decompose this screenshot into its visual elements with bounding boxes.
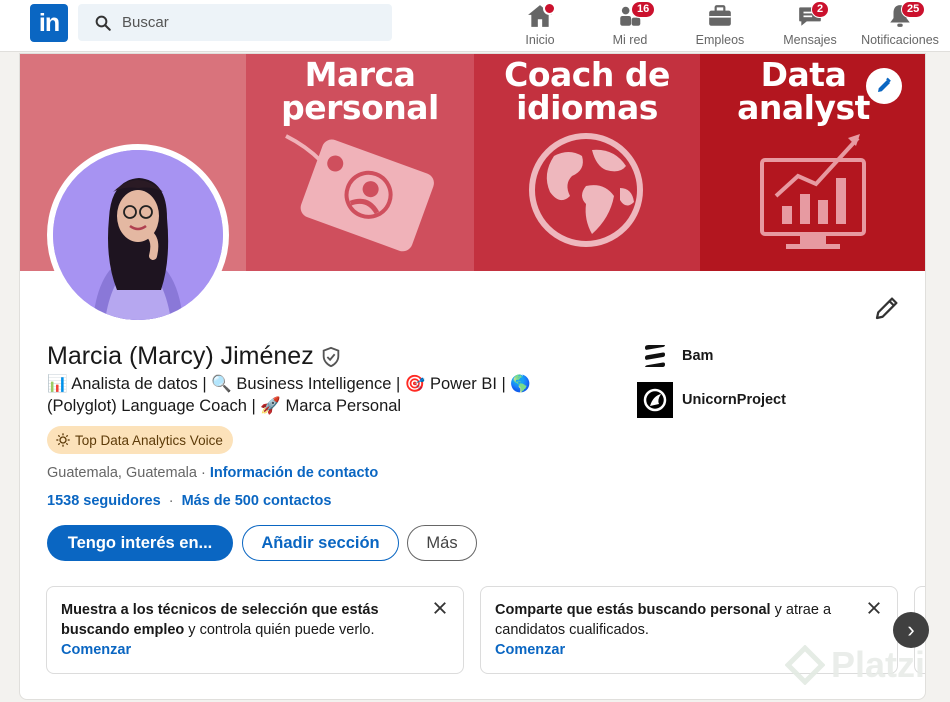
open-to-button[interactable]: Tengo interés en... [47,525,233,561]
nav-label-jobs: Empleos [695,33,745,47]
banner-panel-language-coach: Coach de idiomas [474,54,700,271]
edit-intro-button[interactable] [872,293,902,323]
profile-photo-image [53,150,223,320]
nav-item-home[interactable]: Inicio [514,0,566,52]
nav-item-jobs[interactable]: Empleos [690,0,750,52]
platzi-logo-icon [785,645,825,685]
linkedin-logo[interactable]: in [30,4,68,42]
nav-item-notifications[interactable]: 25 Notificaciones [855,0,945,52]
home-notification-dot [543,2,556,15]
search-box[interactable] [78,4,392,41]
close-icon[interactable] [865,599,883,617]
top-navigation: in Inicio 16 Mi red Empleos 2 Mensajes [0,0,950,52]
search-icon [95,15,111,31]
network-stats: 1538 seguidores · Más de 500 contactos [47,493,331,509]
open-to-work-rest: y controla quién puede verlo. [184,622,375,638]
edit-banner-button[interactable] [866,68,902,104]
company-name-unicornproject: UnicornProject [682,392,786,408]
pencil-icon [875,297,898,320]
company-name-bam: Bam [682,348,714,364]
search-input[interactable] [122,14,382,31]
nav-label-messaging: Mensajes [783,33,837,47]
lightbulb-icon [56,433,70,447]
watermark-text: Platzi [831,644,926,685]
platzi-watermark: Platzi [785,644,925,686]
open-to-work-card: Muestra a los técnicos de selección que … [46,586,464,674]
location-separator: · [200,465,206,481]
nav-label-network: Mi red [612,33,648,47]
banner-panel-personal-brand: Marca personal [246,54,474,271]
person-portrait-icon [53,150,223,320]
top-voice-badge[interactable]: Top Data Analytics Voice [47,426,233,454]
banner-title-personal-brand: Marca personal [281,55,439,127]
connections-link[interactable]: Más de 500 contactos [182,493,332,509]
open-to-work-start-link[interactable]: Comenzar [61,640,449,660]
headline-line-2: (Polyglot) Language Coach | 🚀 Marca Pers… [47,397,402,415]
nav-label-home: Inicio [525,33,555,47]
network-badge: 16 [631,1,656,18]
price-tag-icon [285,134,434,252]
followers-link[interactable]: 1538 seguidores [47,493,161,509]
add-section-button[interactable]: Añadir sección [242,525,399,561]
nav-item-network[interactable]: 16 Mi red [604,0,656,52]
stats-separator: · [168,493,174,509]
bam-logo [637,338,673,374]
globe-icon [529,133,643,247]
more-button[interactable]: Más [407,525,477,561]
hiring-text: Comparte que estás buscando personal y a… [495,600,855,640]
contact-info-link[interactable]: Información de contacto [210,465,378,481]
messaging-badge: 2 [811,1,830,18]
profile-name: Marcia (Marcy) Jiménez [47,342,314,370]
briefcase-icon [709,5,731,26]
unicornproject-logo [637,382,673,418]
banner-title-language-coach: Coach de idiomas [504,55,670,127]
hiring-bold: Comparte que estás buscando personal [495,602,771,618]
headline-line-1: 📊 Analista de datos | 🔍 Business Intelli… [47,375,531,393]
company-bam[interactable]: Bam [637,338,713,374]
monitor-chart-icon [760,134,866,249]
profile-headline: 📊 Analista de datos | 🔍 Business Intelli… [47,373,587,417]
nav-item-messaging[interactable]: 2 Mensajes [778,0,842,52]
notifications-badge: 25 [901,1,926,18]
close-icon[interactable] [431,599,449,617]
location-row: Guatemala, Guatemala · Información de co… [47,465,378,481]
profile-card: Marca personal Coach de idiomas Data ana… [19,53,926,700]
pencil-icon [878,77,891,92]
nav-label-notifications: Notificaciones [861,33,939,47]
company-unicornproject[interactable]: UnicornProject [637,382,786,418]
profile-photo[interactable] [47,144,229,326]
top-voice-label: Top Data Analytics Voice [75,432,223,448]
profile-name-row: Marcia (Marcy) Jiménez [47,342,342,371]
verified-shield-icon[interactable] [320,346,342,368]
carousel-next-button[interactable]: › [893,612,929,648]
location-text: Guatemala, Guatemala [47,465,197,481]
open-to-work-text: Muestra a los técnicos de selección que … [61,600,421,640]
